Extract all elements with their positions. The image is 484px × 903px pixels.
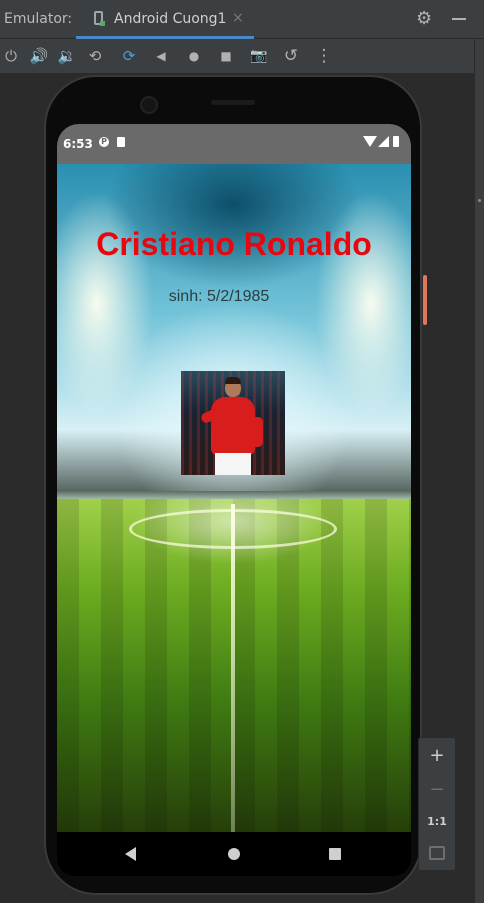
front-camera-icon — [140, 96, 158, 114]
navigation-bar — [57, 832, 411, 876]
earpiece-speaker — [211, 100, 255, 105]
volume-side-button[interactable] — [423, 378, 427, 478]
power-icon[interactable]: ⏻ — [0, 45, 22, 67]
nav-home-icon[interactable] — [228, 848, 240, 860]
emulator-toolbar: ⏻ 🔊 🔉 ⟲ ⟳ ◀ ● ■ 📷 ↺ ⋮ — [0, 39, 474, 73]
player-name: Cristiano Ronaldo — [96, 226, 372, 262]
home-icon[interactable]: ● — [183, 45, 205, 67]
status-time: 6:53 — [63, 137, 93, 151]
actual-size-button[interactable]: 1:1 — [419, 806, 455, 836]
status-bar: 6:53 P — [57, 124, 411, 164]
signal-icon — [378, 136, 389, 147]
device-screen[interactable]: 6:53 P Cristiano Ronaldo sinh: 5/2/1985 — [57, 124, 411, 876]
volume-down-icon[interactable]: 🔉 — [56, 45, 78, 67]
photo-hair — [225, 377, 241, 384]
back-icon[interactable]: ◀ — [150, 45, 172, 67]
more-icon[interactable]: ⋮ — [313, 45, 335, 67]
field-center-line — [231, 504, 235, 832]
player-birthdate: sinh: 5/2/1985 — [168, 288, 270, 305]
emulator-title-bar: Emulator: Android Cuong1 × ⚙ — [0, 0, 484, 39]
rotate-right-icon[interactable]: ⟳ — [118, 45, 140, 67]
strip-dot-icon — [478, 199, 481, 202]
fit-screen-button[interactable] — [419, 838, 455, 868]
overview-icon[interactable]: ■ — [215, 45, 237, 67]
power-side-button[interactable] — [423, 275, 427, 325]
minimize-icon[interactable] — [452, 18, 466, 20]
zoom-out-button[interactable]: − — [419, 774, 455, 804]
sd-card-icon — [117, 137, 125, 147]
photo-shorts — [215, 453, 251, 475]
snapshot-icon[interactable]: ↺ — [280, 45, 302, 67]
tab-android-cuong1[interactable]: Android Cuong1 × — [76, 0, 254, 39]
battery-icon — [393, 136, 399, 147]
zoom-in-button[interactable]: + — [419, 740, 455, 770]
field-horizon — [57, 491, 411, 499]
nav-recents-icon[interactable] — [329, 848, 341, 860]
settings-icon[interactable]: ⚙ — [416, 8, 432, 29]
emulator-label: Emulator: — [4, 11, 73, 27]
device-icon — [94, 11, 105, 26]
right-tool-strip — [474, 39, 484, 903]
tab-label: Android Cuong1 — [114, 11, 227, 27]
fit-screen-icon — [429, 846, 445, 860]
app-content: Cristiano Ronaldo sinh: 5/2/1985 — [57, 164, 411, 832]
tab-close-icon[interactable]: × — [232, 10, 244, 26]
rotate-left-icon[interactable]: ⟲ — [84, 45, 106, 67]
zoom-controls: + − 1:1 — [418, 737, 456, 871]
wifi-icon — [363, 136, 377, 147]
camera-icon[interactable]: 📷 — [248, 45, 270, 67]
volume-up-icon[interactable]: 🔊 — [28, 45, 50, 67]
photo-arm-right — [251, 417, 263, 447]
photo-jersey — [211, 397, 255, 455]
player-photo — [181, 371, 285, 475]
nav-back-icon[interactable] — [125, 847, 136, 861]
notification-icon: P — [99, 137, 109, 147]
